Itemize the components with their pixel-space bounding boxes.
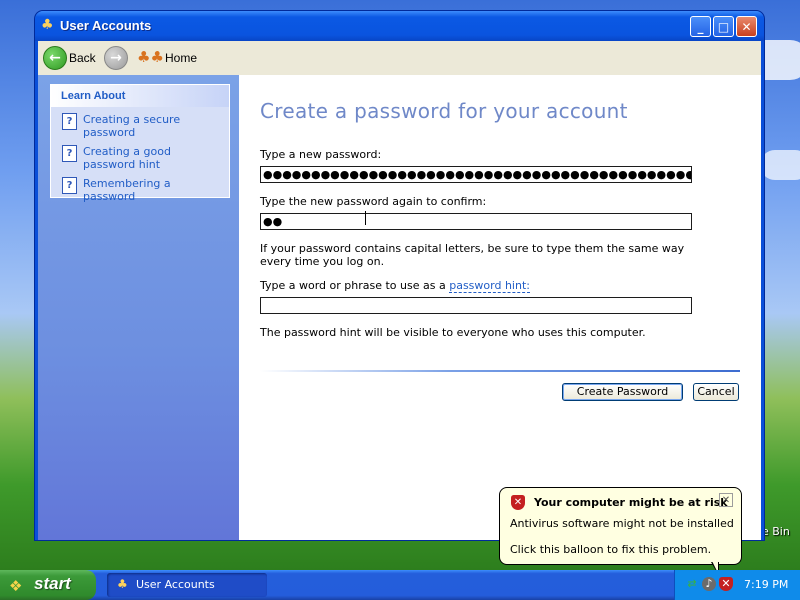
new-password-label: Type a new password: [260, 148, 382, 161]
balloon-message: Antivirus software might not be installe… [510, 517, 734, 530]
user-accounts-window: ♣ User Accounts _ □ ✕ ← Back → ♣♣ Home L… [35, 11, 764, 540]
balloon-title: Your computer might be at risk [534, 496, 728, 509]
learn-about-panel: Learn About ? Creating a secure password… [50, 84, 230, 203]
home-users-icon[interactable]: ♣♣ [137, 48, 164, 68]
help-icon: ? [62, 177, 77, 194]
balloon-instruction: Click this balloon to fix this problem. [510, 543, 712, 556]
start-label: start [34, 574, 71, 593]
volume-icon[interactable]: ♪ [702, 577, 716, 591]
taskbar: ❖ start ♣ User Accounts ⇄ ♪ ✕ 7:19 PM [0, 570, 800, 600]
clock[interactable]: 7:19 PM [744, 578, 788, 591]
text-cursor [365, 211, 366, 225]
windows-logo-icon: ❖ [9, 577, 23, 595]
security-notification-balloon[interactable]: ✕ Your computer might be at risk ✕ Antiv… [499, 487, 742, 565]
forward-arrow-icon[interactable]: → [104, 46, 128, 70]
back-button-label[interactable]: Back [69, 51, 96, 65]
learn-link-remembering[interactable]: ? Remembering a password [51, 177, 229, 203]
back-arrow-icon[interactable]: ← [43, 46, 67, 70]
users-icon: ♣ [117, 577, 128, 591]
create-password-button[interactable]: Create Password [562, 383, 683, 401]
home-button-label[interactable]: Home [165, 51, 197, 65]
learn-about-title: Learn About [51, 85, 229, 107]
divider [260, 370, 740, 372]
password-hint-link[interactable]: password hint: [449, 279, 530, 293]
start-button[interactable]: ❖ start [0, 570, 96, 600]
learn-link-good-hint[interactable]: ? Creating a good password hint [51, 145, 229, 171]
minimize-button[interactable]: _ [690, 16, 711, 37]
navigation-toolbar: ← Back → ♣♣ Home [38, 41, 761, 76]
network-icon[interactable]: ⇄ [685, 577, 699, 591]
password-hint-field[interactable] [260, 297, 692, 314]
new-password-field[interactable]: ●●●●●●●●●●●●●●●●●●●●●●●●●●●●●●●●●●●●●●●●… [260, 166, 692, 183]
task-sidebar: Learn About ? Creating a secure password… [38, 75, 239, 540]
learn-link-secure-password[interactable]: ? Creating a secure password [51, 113, 229, 139]
window-content: Learn About ? Creating a secure password… [38, 75, 761, 540]
confirm-password-label: Type the new password again to confirm: [260, 195, 487, 208]
security-shield-icon: ✕ [511, 495, 525, 510]
hint-label-prefix: Type a word or phrase to use as a [260, 279, 446, 292]
learn-link-label[interactable]: Creating a secure password [83, 113, 180, 139]
system-tray: ⇄ ♪ ✕ 7:19 PM [674, 570, 800, 600]
title-bar[interactable]: ♣ User Accounts _ □ ✕ [35, 11, 764, 41]
cloud-decoration [760, 150, 800, 180]
main-panel: Create a password for your account Type … [239, 75, 761, 540]
help-icon: ? [62, 113, 77, 130]
cancel-button[interactable]: Cancel [693, 383, 739, 401]
maximize-button[interactable]: □ [713, 16, 734, 37]
page-title: Create a password for your account [260, 99, 628, 123]
confirm-password-field[interactable]: ●● [260, 213, 692, 230]
hint-visibility-note: The password hint will be visible to eve… [260, 326, 646, 339]
users-icon: ♣ [41, 17, 54, 33]
window-title: User Accounts [60, 18, 152, 33]
close-button[interactable]: ✕ [736, 16, 757, 37]
help-icon: ? [62, 145, 77, 162]
learn-link-label[interactable]: Remembering a password [83, 177, 171, 203]
learn-link-label[interactable]: Creating a good password hint [83, 145, 171, 171]
taskbar-item-user-accounts[interactable]: ♣ User Accounts [107, 573, 267, 597]
balloon-close-button[interactable]: ✕ [719, 493, 733, 507]
taskbar-item-label: User Accounts [136, 578, 215, 591]
security-alert-icon[interactable]: ✕ [719, 577, 733, 591]
capital-letters-note: If your password contains capital letter… [260, 242, 685, 268]
recycle-bin-label[interactable]: e Bin [762, 525, 790, 538]
password-hint-label: Type a word or phrase to use as a passwo… [260, 279, 530, 293]
